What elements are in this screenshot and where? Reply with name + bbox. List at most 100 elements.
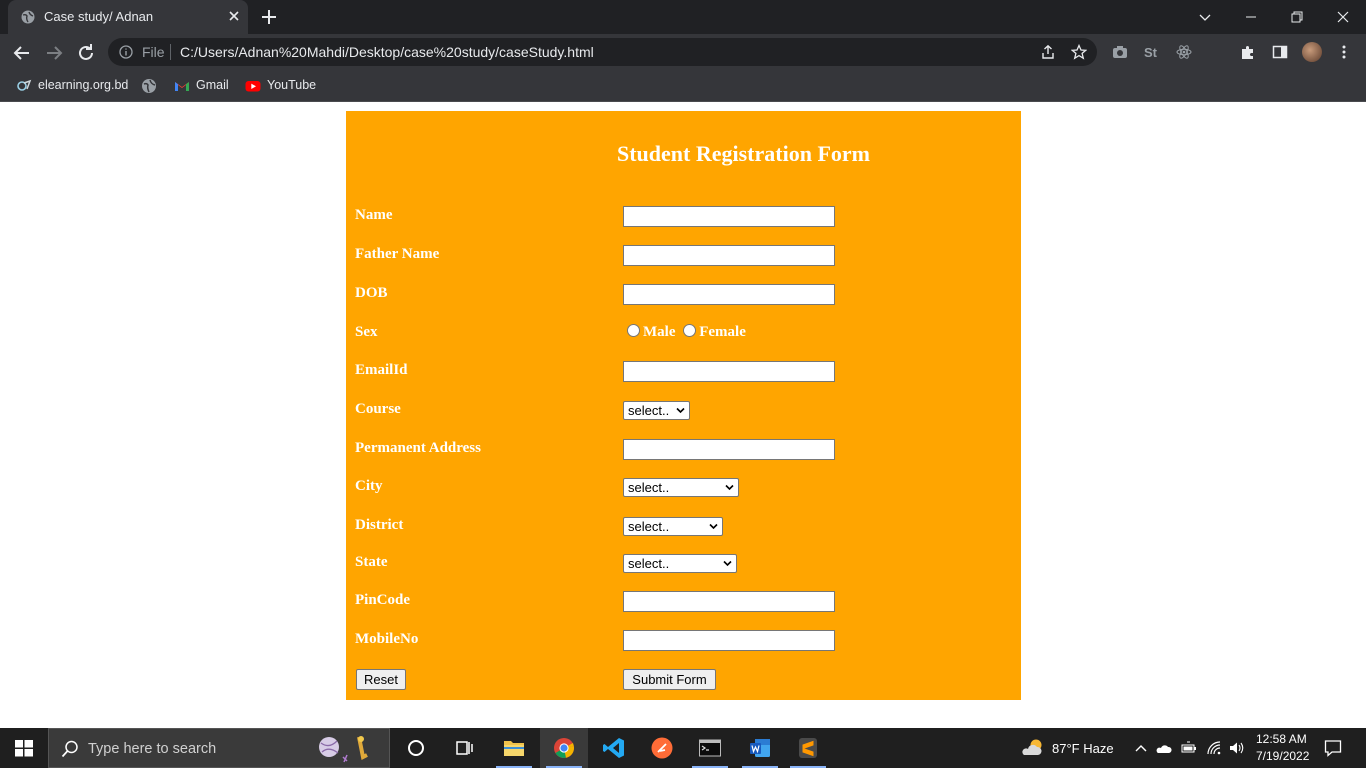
- district-select-value: select..: [628, 519, 670, 534]
- row-city: City select..: [346, 475, 1021, 499]
- react-devtools-icon[interactable]: [1176, 44, 1192, 60]
- word-app[interactable]: [736, 728, 784, 768]
- minimize-button[interactable]: [1228, 0, 1274, 34]
- weather-icon[interactable]: [1021, 737, 1045, 759]
- dob-input[interactable]: [623, 284, 835, 305]
- course-label: Course: [355, 401, 401, 417]
- pincode-label: PinCode: [355, 592, 411, 608]
- battery-icon[interactable]: [1181, 740, 1197, 756]
- chevron-down-icon: [1199, 14, 1211, 21]
- father-name-input[interactable]: [623, 245, 835, 266]
- row-state: State select..: [346, 551, 1021, 575]
- submit-button[interactable]: Submit Form: [623, 669, 716, 690]
- info-icon[interactable]: [119, 45, 133, 59]
- st-extension-icon[interactable]: St: [1144, 44, 1160, 60]
- browser-toolbar: File C:/Users/Adnan%20Mahdi/Desktop/case…: [0, 34, 1366, 70]
- start-button[interactable]: [0, 728, 48, 768]
- task-view-icon: [456, 741, 473, 755]
- volume-icon[interactable]: [1229, 740, 1245, 756]
- svg-text:St: St: [1144, 45, 1158, 60]
- name-input[interactable]: [623, 206, 835, 227]
- address-input[interactable]: [623, 439, 835, 460]
- weather-text[interactable]: 87°F Haze: [1052, 741, 1114, 756]
- close-icon: [1337, 11, 1349, 23]
- task-view-button[interactable]: [440, 728, 488, 768]
- row-sex: Sex Male Female: [346, 321, 1021, 345]
- terminal-app[interactable]: [686, 728, 734, 768]
- reset-button[interactable]: Reset: [356, 669, 406, 690]
- url-scheme-label: File: [142, 44, 165, 60]
- sublime-text-icon: [799, 738, 817, 758]
- extensions-puzzle-icon[interactable]: [1240, 44, 1256, 60]
- close-window-button[interactable]: [1320, 0, 1366, 34]
- postman-app[interactable]: [638, 728, 686, 768]
- sublime-text-app[interactable]: [784, 728, 832, 768]
- url-text[interactable]: C:/Users/Adnan%20Mahdi/Desktop/case%20st…: [180, 44, 594, 60]
- restore-button[interactable]: [1274, 0, 1320, 34]
- email-input[interactable]: [623, 361, 835, 382]
- row-district: District select..: [346, 514, 1021, 538]
- share-icon[interactable]: [1040, 44, 1056, 60]
- cortana-button[interactable]: [392, 728, 440, 768]
- state-select[interactable]: select..: [623, 554, 737, 573]
- web-page: Student Registration Form Name Father Na…: [0, 103, 1366, 728]
- chrome-app[interactable]: [540, 728, 588, 768]
- file-explorer-app[interactable]: [490, 728, 538, 768]
- male-radio[interactable]: [627, 324, 640, 337]
- bookmark-globe[interactable]: [141, 77, 159, 95]
- omnibox-divider: [170, 44, 171, 60]
- row-mobile: MobileNo: [346, 628, 1021, 652]
- new-tab-icon[interactable]: [260, 8, 278, 26]
- bookmark-label: Gmail: [196, 78, 229, 92]
- address-bar[interactable]: File C:/Users/Adnan%20Mahdi/Desktop/case…: [108, 38, 1097, 66]
- reload-icon[interactable]: [74, 41, 98, 65]
- sex-radio-group: Male Female: [627, 324, 750, 341]
- browser-tab[interactable]: Case study/ Adnan: [8, 0, 248, 34]
- mobile-input[interactable]: [623, 630, 835, 651]
- globe-icon: [142, 79, 156, 93]
- pincode-input[interactable]: [623, 591, 835, 612]
- folder-icon: [504, 741, 524, 756]
- vscode-icon: [603, 738, 624, 758]
- taskbar-search[interactable]: Type here to search: [48, 728, 390, 768]
- city-select[interactable]: select..: [623, 478, 739, 497]
- wifi-icon[interactable]: [1206, 740, 1222, 756]
- row-buttons: Reset Submit Form: [346, 667, 1021, 691]
- close-tab-icon[interactable]: [226, 8, 242, 24]
- word-icon: [750, 739, 770, 757]
- bookmark-star-icon[interactable]: [1071, 44, 1087, 60]
- row-name: Name: [346, 204, 1021, 228]
- bookmark-youtube[interactable]: YouTube: [245, 77, 320, 95]
- district-select[interactable]: select..: [623, 517, 723, 536]
- windows-taskbar: Type here to search 87°F Haze 12:58 AM 7…: [0, 728, 1366, 768]
- forward-arrow-icon[interactable]: [42, 41, 66, 65]
- name-label: Name: [355, 207, 393, 223]
- browser-tab-bar: Case study/ Adnan: [0, 0, 1366, 34]
- profile-avatar[interactable]: [1302, 42, 1322, 62]
- bookmark-label: elearning.org.bd: [38, 78, 129, 92]
- back-arrow-icon[interactable]: [10, 41, 34, 65]
- side-panel-icon[interactable]: [1272, 44, 1288, 60]
- search-icon: [61, 740, 78, 758]
- clock-date[interactable]: 7/19/2022: [1256, 749, 1309, 763]
- tab-search-button[interactable]: [1182, 0, 1228, 34]
- bookmark-gmail[interactable]: Gmail: [174, 77, 234, 95]
- course-select-value: select..: [628, 403, 670, 418]
- father-name-label: Father Name: [355, 246, 440, 262]
- camera-extension-icon[interactable]: [1112, 44, 1128, 60]
- notifications-icon[interactable]: [1324, 739, 1342, 757]
- onedrive-cloud-icon[interactable]: [1156, 740, 1172, 756]
- course-select[interactable]: select..: [623, 401, 690, 420]
- more-menu-icon[interactable]: [1336, 44, 1352, 60]
- clock-time[interactable]: 12:58 AM: [1256, 732, 1307, 746]
- bookmark-elearning[interactable]: elearning.org.bd: [16, 77, 131, 95]
- city-select-value: select..: [628, 480, 670, 495]
- vscode-app[interactable]: [590, 728, 638, 768]
- male-label: Male: [643, 324, 676, 340]
- female-label: Female: [699, 324, 746, 340]
- row-address: Permanent Address: [346, 437, 1021, 461]
- chevron-up-icon[interactable]: [1133, 740, 1149, 756]
- chevron-down-icon: [723, 560, 732, 567]
- female-radio[interactable]: [683, 324, 697, 337]
- address-label: Permanent Address: [355, 440, 481, 456]
